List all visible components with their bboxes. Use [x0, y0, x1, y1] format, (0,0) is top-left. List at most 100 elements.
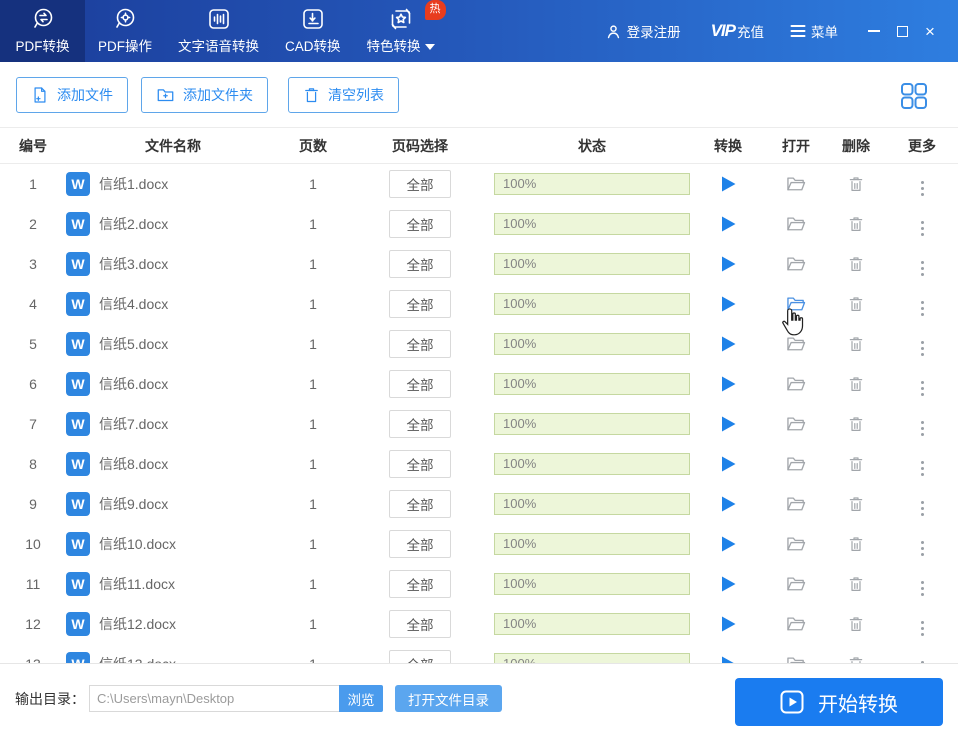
delete-button[interactable] [846, 573, 866, 595]
close-button[interactable]: × [916, 16, 944, 46]
grid-view-icon[interactable] [898, 80, 930, 112]
row-number: 2 [29, 216, 37, 232]
nav-tab-cad-convert[interactable]: CAD转换 [272, 0, 354, 62]
convert-button[interactable] [718, 373, 739, 395]
delete-button[interactable] [846, 653, 866, 663]
page-range-button[interactable]: 全部 [389, 290, 451, 318]
delete-button[interactable] [846, 213, 866, 235]
page-range-button[interactable]: 全部 [389, 330, 451, 358]
open-folder-button[interactable] [784, 533, 808, 554]
progress-label: 100% [503, 336, 537, 351]
page-range-button[interactable]: 全部 [389, 370, 451, 398]
convert-button[interactable] [718, 573, 739, 595]
convert-button[interactable] [718, 173, 739, 195]
delete-button[interactable] [846, 373, 866, 395]
page-range-button[interactable]: 全部 [389, 170, 451, 198]
progress-label: 100% [503, 296, 537, 311]
more-options-button[interactable] [919, 258, 926, 278]
start-convert-button[interactable]: 开始转换 [735, 678, 943, 726]
delete-button[interactable] [846, 333, 866, 355]
open-folder-button[interactable] [784, 293, 808, 314]
delete-button[interactable] [846, 173, 866, 195]
output-path-input[interactable] [89, 685, 339, 712]
clear-list-button[interactable]: 清空列表 [288, 76, 399, 113]
more-options-button[interactable] [919, 538, 926, 558]
convert-button[interactable] [718, 253, 739, 275]
row-number: 1 [29, 176, 37, 192]
file-toolbar: 添加文件 添加文件夹 清空列表 [0, 62, 958, 128]
delete-button[interactable] [846, 253, 866, 275]
more-options-button[interactable] [919, 618, 926, 638]
convert-button[interactable] [718, 493, 739, 515]
more-options-button[interactable] [919, 298, 926, 318]
delete-button[interactable] [846, 293, 866, 315]
file-name: 信纸8.docx [99, 456, 169, 472]
page-range-button[interactable]: 全部 [389, 650, 451, 663]
maximize-icon [896, 25, 908, 37]
progress-bar: 100% [494, 413, 690, 435]
page-range-button[interactable]: 全部 [389, 210, 451, 238]
page-count: 1 [280, 656, 346, 663]
delete-button[interactable] [846, 613, 866, 635]
minimize-button[interactable] [860, 16, 888, 46]
open-folder-button[interactable] [784, 493, 808, 514]
page-range-button[interactable]: 全部 [389, 450, 451, 478]
open-folder-button[interactable] [784, 333, 808, 354]
open-folder-button[interactable] [784, 653, 808, 663]
page-range-button[interactable]: 全部 [389, 570, 451, 598]
convert-button[interactable] [718, 213, 739, 235]
progress-label: 100% [503, 256, 537, 271]
more-options-button[interactable] [919, 578, 926, 598]
nav-tab-pdf-convert[interactable]: PDF转换 [0, 0, 85, 62]
table-row: 2 W 信纸2.docx 1 全部 100% [0, 204, 958, 244]
convert-button[interactable] [718, 333, 739, 355]
delete-button[interactable] [846, 493, 866, 515]
convert-button[interactable] [718, 293, 739, 315]
nav-tab-pdf-operate[interactable]: PDF操作 [85, 0, 165, 62]
vertical-dots-icon [920, 500, 924, 516]
page-range-button[interactable]: 全部 [389, 530, 451, 558]
browse-button[interactable]: 浏览 [339, 685, 383, 712]
hot-badge: 热 [424, 0, 446, 20]
more-options-button[interactable] [919, 338, 926, 358]
delete-button[interactable] [846, 533, 866, 555]
convert-button[interactable] [718, 613, 739, 635]
page-range-button[interactable]: 全部 [389, 410, 451, 438]
more-options-button[interactable] [919, 178, 926, 198]
add-folder-button[interactable]: 添加文件夹 [141, 76, 268, 113]
vip-recharge-button[interactable]: VIP 充值 [711, 21, 764, 41]
convert-button[interactable] [718, 533, 739, 555]
open-folder-button[interactable] [784, 213, 808, 234]
more-options-button[interactable] [919, 378, 926, 398]
open-folder-button[interactable] [784, 573, 808, 594]
progress-label: 100% [503, 616, 537, 631]
open-folder-button[interactable] [784, 173, 808, 194]
maximize-button[interactable] [888, 16, 916, 46]
login-register-button[interactable]: 登录注册 [605, 21, 681, 41]
vertical-dots-icon [920, 420, 924, 436]
open-folder-button[interactable] [784, 453, 808, 474]
add-file-button[interactable]: 添加文件 [16, 76, 128, 113]
word-file-icon: W [66, 372, 90, 396]
more-options-button[interactable] [919, 218, 926, 238]
convert-button[interactable] [718, 453, 739, 475]
open-folder-button[interactable] [784, 373, 808, 394]
more-options-button[interactable] [919, 458, 926, 478]
delete-button[interactable] [846, 453, 866, 475]
progress-label: 100% [503, 654, 536, 663]
open-folder-button[interactable] [784, 613, 808, 634]
open-folder-button[interactable] [784, 413, 808, 434]
open-output-dir-button[interactable]: 打开文件目录 [395, 685, 502, 712]
menu-button[interactable]: 菜单 [790, 21, 838, 41]
page-range-button[interactable]: 全部 [389, 610, 451, 638]
delete-button[interactable] [846, 413, 866, 435]
more-options-button[interactable] [919, 498, 926, 518]
page-range-button[interactable]: 全部 [389, 250, 451, 278]
more-options-button[interactable] [919, 418, 926, 438]
convert-button[interactable] [718, 413, 739, 435]
nav-tab-special-convert[interactable]: 热 特色转换 [354, 0, 448, 62]
nav-tab-text-speech[interactable]: 文字语音转换 [165, 0, 272, 62]
page-range-button[interactable]: 全部 [389, 490, 451, 518]
convert-button[interactable] [718, 653, 739, 663]
open-folder-button[interactable] [784, 253, 808, 274]
